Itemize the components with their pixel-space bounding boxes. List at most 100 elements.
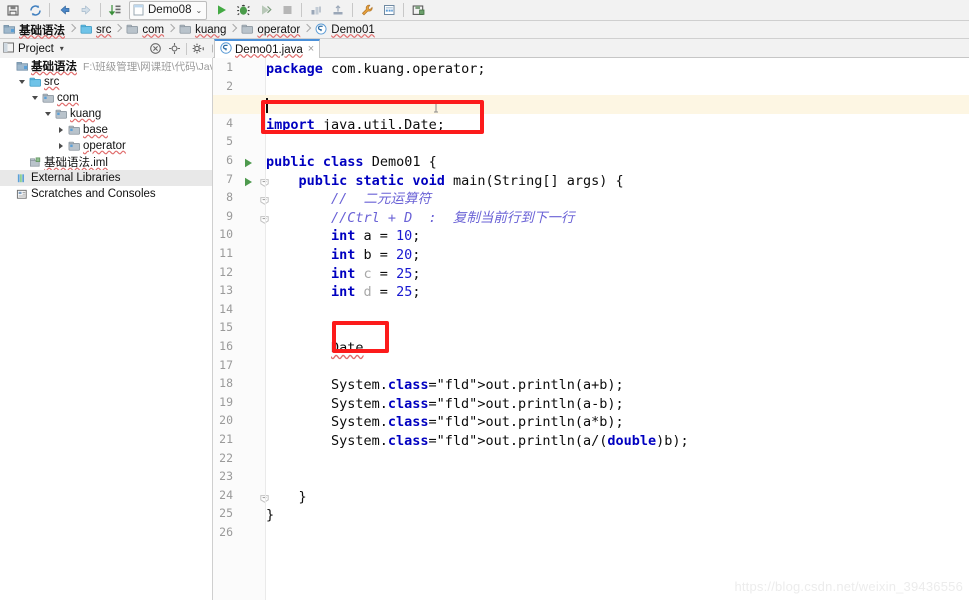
code-line: int a = 10; [331,228,421,245]
tree-item-Scratches and Consoles[interactable]: Scratches and Consoles [0,186,212,202]
code-line: int c = 25; [331,265,421,282]
gutter-line-number: 19 [219,394,233,409]
code-line: //Ctrl + D : 复制当前行到下一行 [331,209,575,226]
chevron-down-icon: ⌄ [195,5,203,15]
gutter-line-number: 13 [219,283,233,298]
gutter-line-number: 25 [219,506,233,521]
breadcrumb-label: com [142,23,165,36]
code-editor[interactable]: 1234567891011121314151617181920212223242… [213,58,969,600]
attach-profiler-icon[interactable] [327,1,349,20]
gutter-line-number: 20 [219,413,233,428]
toolbar-divider [100,3,101,17]
main-toolbar: Demo08 ⌄ [0,0,969,21]
run-configuration-selector[interactable]: Demo08 ⌄ [129,0,208,20]
code-line: // 二元运算符 [331,191,432,208]
breadcrumb-separator [229,21,237,39]
run-configuration-label: Demo08 [148,4,192,16]
collapse-all-icon[interactable] [146,39,165,58]
code-line: public static void main(String[] args) { [298,172,624,189]
gutter-line-number: 4 [226,115,233,130]
gutter-line-number: 9 [226,208,233,223]
chevron-down-icon[interactable] [28,90,41,106]
breadcrumb-separator [68,21,76,39]
gutter-line-number: 6 [226,153,233,167]
tree-item-base[interactable]: base [0,122,212,138]
sdk-manager-icon[interactable] [407,1,429,20]
code-line: } [266,507,275,524]
stop-icon[interactable] [276,1,298,20]
breadcrumb-item-operator[interactable]: operator [238,21,302,39]
tree-item-src[interactable]: src [0,74,212,90]
tree-item-基础语法[interactable]: 基础语法 F:\班级管理\网课班\代码\JavaSE\基础 [0,58,212,74]
tree-item-label: base [83,124,108,136]
breadcrumb-label: 基础语法 [19,24,65,37]
chevron-down-icon[interactable] [15,74,28,90]
tree-item-operator[interactable]: operator [0,138,212,154]
code-line: public class Demo01 { [266,154,437,170]
settings-wrench-icon[interactable] [356,1,378,20]
save-all-icon[interactable] [2,1,24,20]
gutter-line-number: 12 [219,264,233,279]
chevron-right-icon[interactable] [54,138,67,154]
breadcrumb-item-kuang[interactable]: kuang [176,21,228,39]
editor-gutter[interactable]: 1234567891011121314151617181920212223242… [213,58,269,600]
breadcrumb-item-com[interactable]: com [123,21,166,39]
run-gutter-icon[interactable] [244,157,253,168]
folder-icon [241,23,254,36]
run-coverage-icon[interactable] [254,1,276,20]
gutter-line-number: 7 [226,171,233,186]
sync-refresh-icon[interactable] [24,1,46,20]
project-tree[interactable]: 基础语法 F:\班级管理\网课班\代码\JavaSE\基础 src com kuang b… [0,58,212,600]
package-icon [67,138,82,154]
tree-item-com[interactable]: com [0,90,212,106]
tree-item-kuang[interactable]: kuang [0,106,212,122]
scratches-icon [15,186,30,202]
java-class-icon [220,42,232,57]
gutter-line-number: 22 [219,450,233,465]
tree-item-path: F:\班级管理\网课班\代码\JavaSE\基础 [83,60,212,73]
back-arrow-icon[interactable] [53,1,75,20]
code-line: System.class="fld">out.println(a-b); [331,395,624,412]
forward-arrow-icon[interactable] [75,1,97,20]
module-icon [15,58,30,74]
tree-item-label: kuang [70,108,102,120]
breadcrumb-label: kuang [195,23,227,36]
gutter-line-number: 26 [219,525,233,539]
tree-item-External Libraries[interactable]: External Libraries [0,170,212,186]
gutter-line-number: 23 [219,469,233,484]
code-line: System.class="fld">out.println(a*b); [331,414,624,431]
toolbar-divider [49,3,50,17]
project-structure-icon[interactable] [378,1,400,20]
code-line: int d = 25; [331,284,421,301]
close-icon[interactable]: × [308,44,314,55]
project-panel-title[interactable]: Project ▾ [2,39,64,58]
editor-tab-demo01[interactable]: Demo01.java × [214,39,321,58]
debug-icon[interactable] [232,1,254,20]
gutter-line-number: 16 [219,339,233,353]
package-icon [54,106,69,122]
breadcrumb-item-基础语法[interactable]: 基础语法 [0,21,67,39]
chevron-right-icon[interactable] [54,122,67,138]
settings-gear-icon[interactable] [189,39,208,58]
package-icon [67,122,82,138]
toolbar-divider [352,3,354,17]
code-line: } [298,488,307,505]
tree-item-基础语法.iml[interactable]: 基础语法.iml [0,154,212,170]
breadcrumb-item-src[interactable]: src [77,21,113,39]
run-icon[interactable] [210,1,232,20]
locate-target-icon[interactable] [165,39,184,58]
step-profile-icon[interactable] [305,1,327,20]
project-panel-icon [2,41,15,57]
sort-compile-icon[interactable] [104,1,126,20]
breadcrumb-item-Demo01[interactable]: Demo01 [312,21,376,39]
run-gutter-icon[interactable] [244,176,253,186]
chevron-down-icon[interactable] [41,106,54,122]
tree-item-label: External Libraries [31,172,121,184]
chevron-down-icon: ▾ [59,44,64,53]
code-line: int b = 20; [331,247,421,263]
gutter-line-number: 1 [226,60,233,74]
iml-file-icon [28,154,43,170]
